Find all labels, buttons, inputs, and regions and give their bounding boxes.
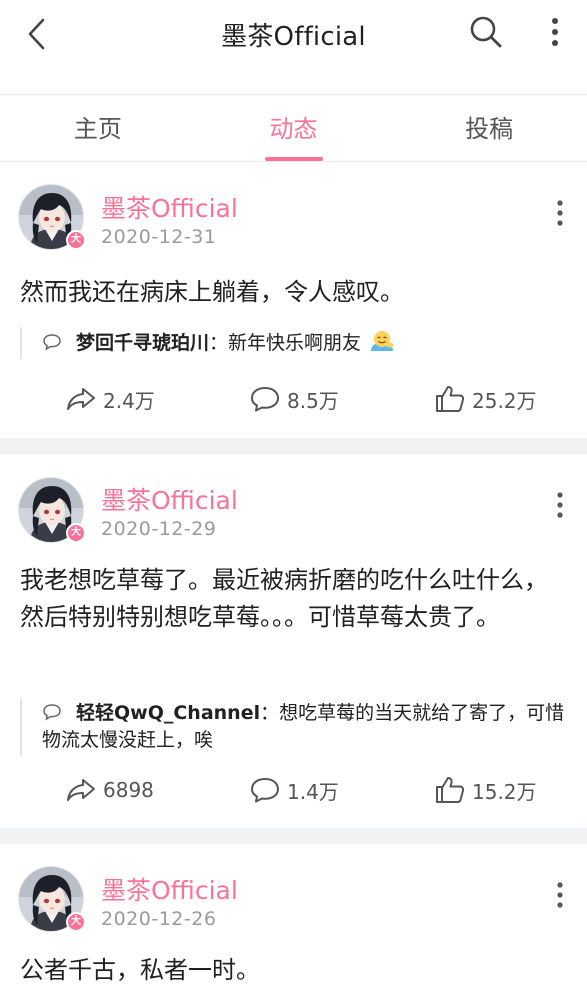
avatar[interactable]: 大 xyxy=(18,184,86,252)
post-card: 大 墨茶Official 2020-12-31 然而我还在病床上躺着，令人感叹。… xyxy=(0,163,587,438)
tab-home[interactable]: 主页 xyxy=(0,96,196,161)
author-name[interactable]: 墨茶Official xyxy=(101,189,238,225)
comment-icon xyxy=(251,778,279,803)
more-icon xyxy=(557,882,563,908)
post-divider xyxy=(0,438,587,454)
post-date: 2020-12-31 xyxy=(101,226,217,248)
search-button[interactable] xyxy=(466,12,506,52)
post-text: 公者千古，私者一时。 xyxy=(20,956,260,984)
reply-bubble-icon xyxy=(43,704,61,721)
tab-dynamics[interactable]: 动态 xyxy=(196,96,392,161)
share-count: 2.4万 xyxy=(103,388,155,413)
comment-count: 1.4万 xyxy=(287,779,339,804)
post-more-button[interactable] xyxy=(548,196,572,230)
tab-dynamics-label: 动态 xyxy=(269,115,318,143)
action-bar: 6898 1.4万 15.2万 xyxy=(0,770,587,810)
comment-button[interactable]: 1.4万 xyxy=(249,770,339,810)
smile-emoji-icon xyxy=(371,331,394,351)
like-icon xyxy=(436,777,465,803)
vip-badge: 大 xyxy=(66,230,86,250)
author-name[interactable]: 墨茶Official xyxy=(101,481,238,517)
top-bar: 墨茶Official xyxy=(0,0,587,95)
active-tab-indicator xyxy=(264,157,323,161)
like-count: 25.2万 xyxy=(472,388,537,413)
avatar[interactable]: 大 xyxy=(18,866,86,934)
action-bar: 2.4万 8.5万 25.2万 xyxy=(0,379,587,419)
post-text: 然而我还在病床上躺着，令人感叹。 xyxy=(20,278,404,306)
reply-bubble-icon xyxy=(43,334,61,351)
like-icon xyxy=(436,386,465,412)
more-icon xyxy=(552,18,558,46)
avatar[interactable]: 大 xyxy=(18,477,86,545)
post-more-button[interactable] xyxy=(548,878,572,912)
like-count: 15.2万 xyxy=(472,779,537,804)
share-icon xyxy=(67,388,95,410)
tab-submissions[interactable]: 投稿 xyxy=(391,96,587,161)
more-icon xyxy=(557,200,563,226)
share-icon xyxy=(67,779,95,801)
tab-bar: 主页 动态 投稿 xyxy=(0,96,587,162)
post-more-button[interactable] xyxy=(548,488,572,522)
comment-button[interactable]: 8.5万 xyxy=(249,379,339,419)
share-button[interactable]: 2.4万 xyxy=(65,379,155,419)
comment-separator: ： xyxy=(209,332,229,354)
author-name[interactable]: 墨茶Official xyxy=(101,871,238,907)
more-options-button[interactable] xyxy=(538,12,572,52)
comment-user[interactable]: 梦回千寻琥珀川 xyxy=(76,332,209,354)
share-count: 6898 xyxy=(103,778,154,802)
vip-badge: 大 xyxy=(66,912,86,932)
featured-comment[interactable]: 梦回千寻琥珀川：新年快乐啊朋友 xyxy=(20,327,570,359)
post-date: 2020-12-26 xyxy=(101,908,217,930)
post-divider xyxy=(0,828,587,844)
post-card: 大 墨茶Official 2020-12-29 我老想吃草莓了。最近被病折磨的吃… xyxy=(0,454,587,826)
like-button[interactable]: 15.2万 xyxy=(434,770,537,810)
like-button[interactable]: 25.2万 xyxy=(434,379,537,419)
featured-comment[interactable]: 轻轻QwQ_Channel：想吃草莓的当天就给了寄了，可惜物流太慢没赶上，唉 xyxy=(20,698,570,756)
comment-separator: ： xyxy=(260,702,280,724)
comment-text: 新年快乐啊朋友 xyxy=(228,332,362,354)
post-card: 大 墨茶Official 2020-12-26 公者千古，私者一时。 xyxy=(0,844,587,1000)
comment-user[interactable]: 轻轻QwQ_Channel xyxy=(76,702,260,724)
comment-icon xyxy=(251,387,279,412)
search-icon xyxy=(470,16,502,48)
share-button[interactable]: 6898 xyxy=(65,770,154,810)
more-icon xyxy=(557,492,563,518)
post-text: 我老想吃草莓了。最近被病折磨的吃什么吐什么，然后特别特别想吃草莓。。。可惜草莓太… xyxy=(20,566,548,631)
post-date: 2020-12-29 xyxy=(101,518,217,540)
comment-count: 8.5万 xyxy=(287,388,339,413)
vip-badge: 大 xyxy=(66,523,86,543)
